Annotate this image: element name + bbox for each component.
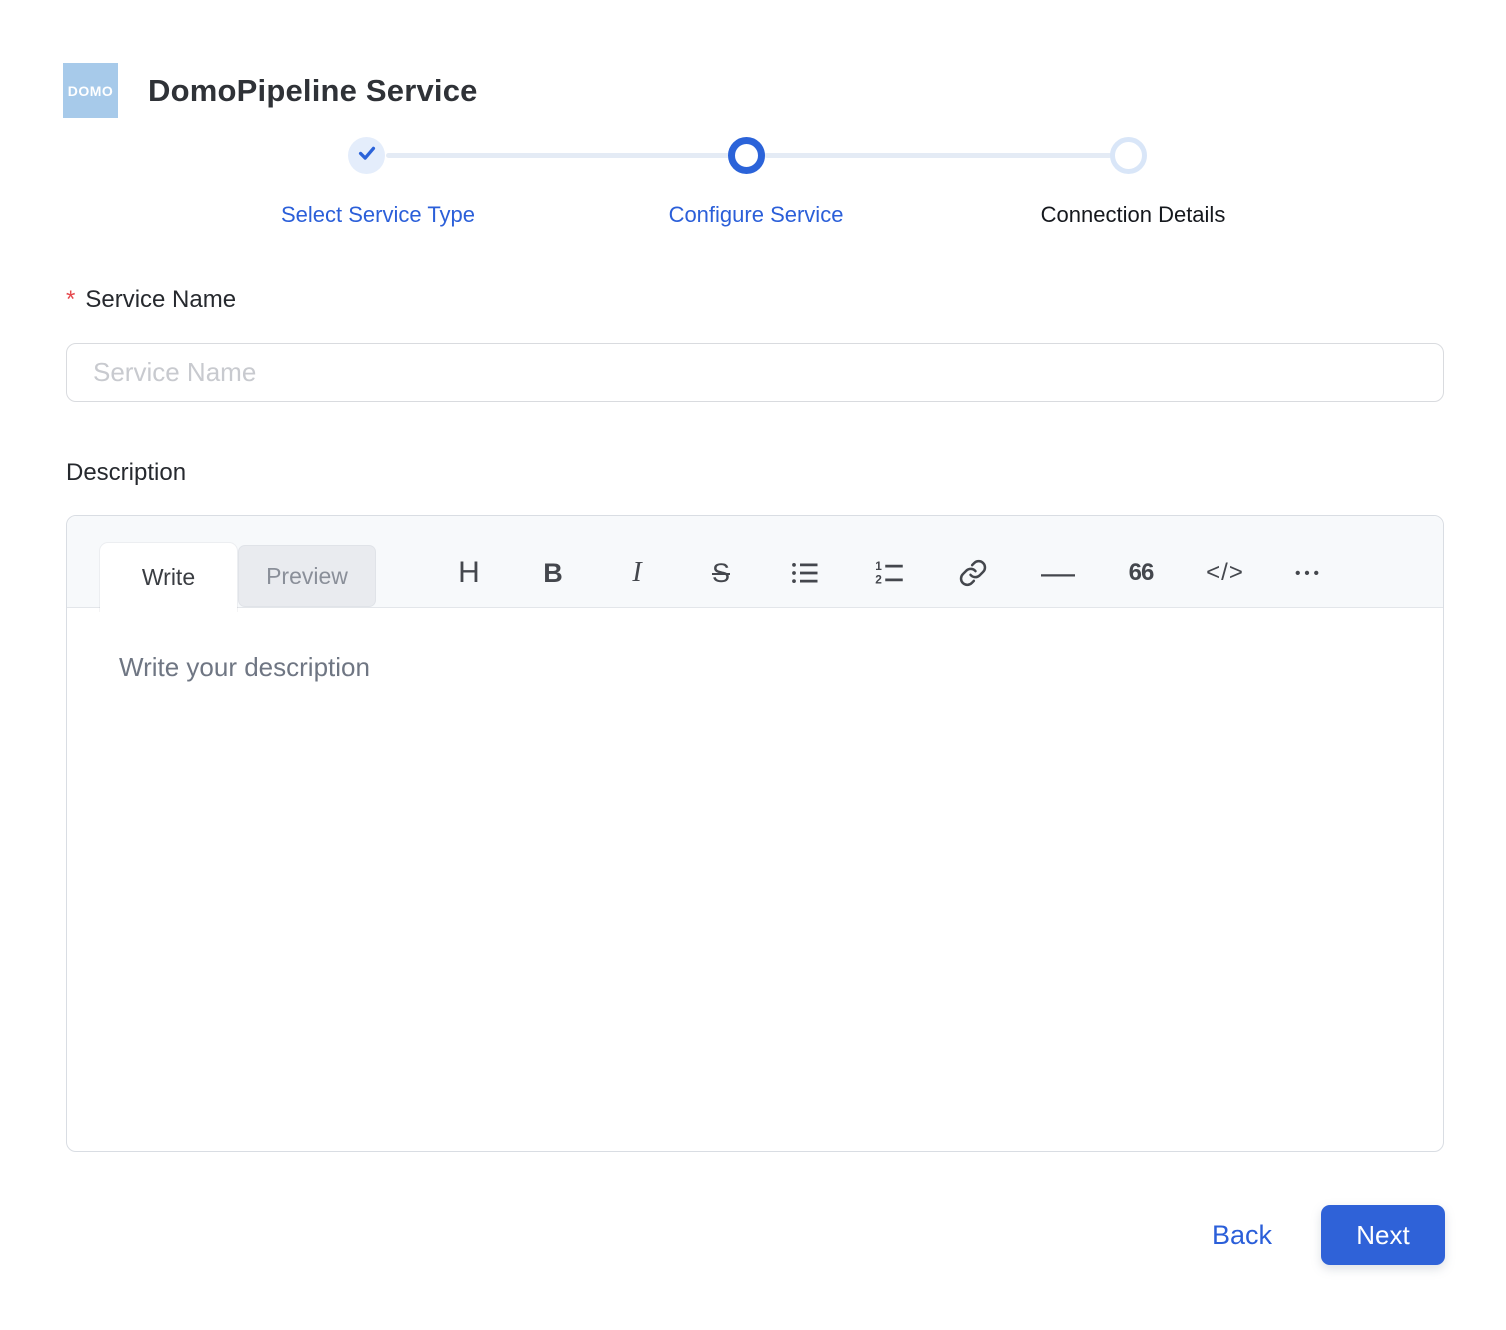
tab-write-label: Write — [141, 563, 196, 590]
stepper-connector-2 — [764, 153, 1112, 158]
more-tools-icon[interactable]: ••• — [1288, 550, 1330, 596]
tab-write[interactable]: Write — [100, 543, 237, 613]
heading-icon[interactable]: H — [448, 550, 490, 596]
italic-icon[interactable]: I — [616, 550, 658, 596]
step-configure-service-indicator[interactable] — [728, 137, 765, 174]
wizard-page: DOMO DomoPipeline Service Select Service… — [0, 0, 1506, 1330]
horizontal-rule-icon[interactable]: — — [1036, 550, 1078, 596]
service-name-label: Service Name — [85, 286, 237, 313]
next-button[interactable]: Next — [1321, 1205, 1445, 1265]
step-select-service-type-indicator[interactable] — [348, 137, 385, 174]
step-label-connection-details[interactable]: Connection Details — [983, 202, 1283, 228]
editor-body — [67, 608, 1443, 1153]
stepper-connector-1 — [386, 153, 730, 158]
description-editor: Write Preview H B I S 1 2 — 66 </> ••• W… — [66, 515, 1444, 1153]
description-textarea[interactable] — [67, 608, 1443, 1153]
bold-icon[interactable]: B — [532, 550, 574, 596]
unordered-list-icon[interactable] — [784, 550, 826, 596]
stepper: Select Service Type Configure Service Co… — [0, 0, 1506, 240]
code-icon[interactable]: </> — [1204, 550, 1246, 596]
step-connection-details-indicator[interactable] — [1110, 137, 1147, 174]
quote-icon[interactable]: 66 — [1120, 550, 1162, 596]
svg-text:2: 2 — [875, 573, 882, 587]
description-label: Description — [66, 459, 187, 486]
back-button[interactable]: Back — [1212, 1220, 1272, 1251]
tab-preview[interactable]: Preview — [238, 545, 376, 607]
footer-actions: Back Next — [1212, 1205, 1445, 1265]
required-asterisk: * — [66, 286, 76, 313]
service-name-input[interactable] — [66, 343, 1444, 402]
check-icon — [356, 142, 378, 169]
step-label-configure-service[interactable]: Configure Service — [606, 202, 906, 228]
ordered-list-icon[interactable]: 1 2 — [868, 550, 910, 596]
editor-toolbar-icons: H B I S 1 2 — 66 </> ••• — [448, 516, 1330, 608]
tab-preview-label: Preview — [266, 562, 348, 589]
link-icon[interactable] — [952, 550, 994, 596]
step-label-select-service-type[interactable]: Select Service Type — [228, 202, 528, 228]
svg-text:1: 1 — [875, 559, 882, 573]
editor-toolbar: Write Preview H B I S 1 2 — 66 </> ••• — [67, 516, 1443, 613]
service-name-label-row: * Service Name — [66, 286, 236, 314]
strikethrough-icon[interactable]: S — [700, 550, 742, 596]
